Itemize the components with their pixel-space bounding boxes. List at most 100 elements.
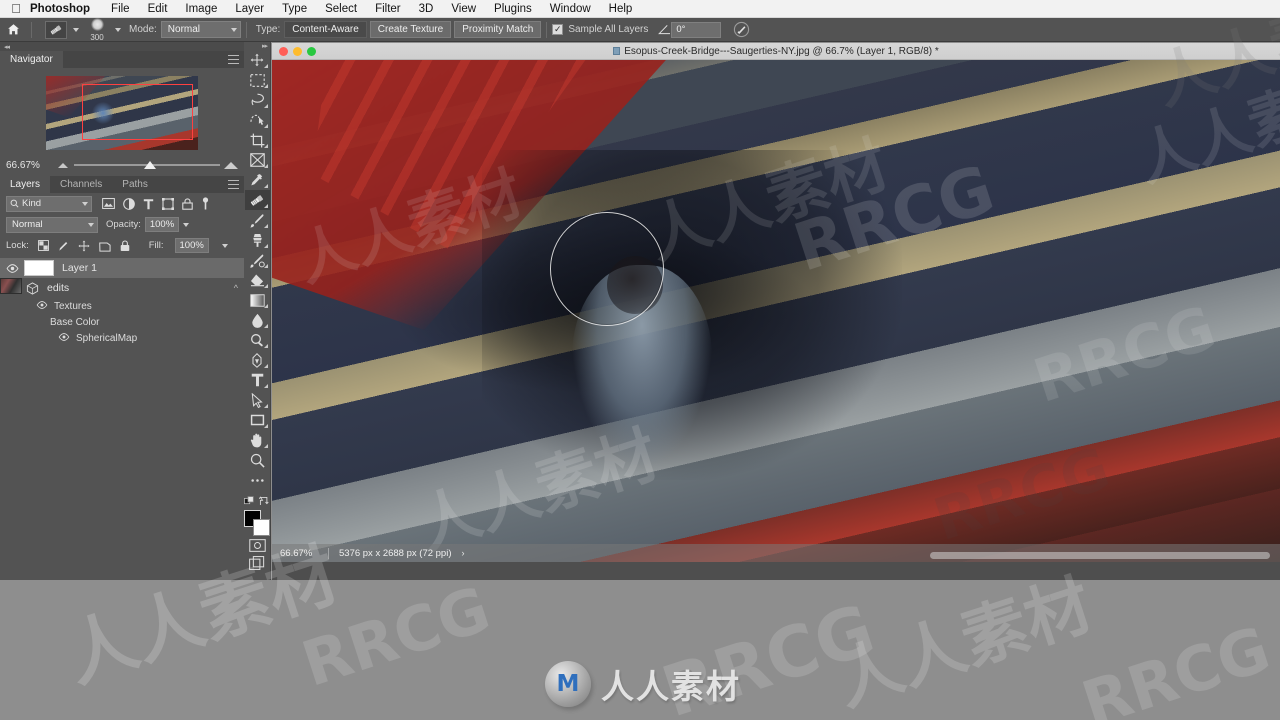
clone-stamp-tool[interactable] <box>245 230 270 250</box>
spot-healing-brush-tool[interactable] <box>244 190 270 210</box>
move-tool[interactable] <box>245 50 270 70</box>
blend-mode-select[interactable]: Normal <box>6 216 98 233</box>
tool-preset-picker[interactable] <box>37 20 83 39</box>
background-color-swatch[interactable] <box>253 519 270 536</box>
opacity-field[interactable]: 100% <box>144 217 180 232</box>
menu-item-layer[interactable]: Layer <box>226 0 273 18</box>
layer-visibility-icon[interactable] <box>36 300 48 312</box>
lock-image-pixels-icon[interactable] <box>58 240 69 252</box>
status-expand-icon[interactable]: › <box>462 548 465 558</box>
layer-row[interactable]: edits ^ <box>0 278 244 298</box>
layer-row[interactable]: Layer 1 <box>0 258 244 278</box>
collapse-panels-icon[interactable]: ◂◂ <box>0 42 244 51</box>
pen-tool[interactable] <box>245 350 270 370</box>
type-content-aware-button[interactable]: Content-Aware <box>284 21 367 38</box>
menu-item-type[interactable]: Type <box>273 0 316 18</box>
layer-thumbnail[interactable] <box>0 278 22 294</box>
status-zoom-value[interactable]: 66.67% <box>272 548 328 559</box>
lasso-tool[interactable] <box>245 90 270 110</box>
menu-item-3d[interactable]: 3D <box>410 0 443 18</box>
color-swatches[interactable] <box>244 510 270 536</box>
crop-tool[interactable] <box>245 130 270 150</box>
navigator-zoom-value[interactable]: 66.67% <box>6 160 50 171</box>
navigator-panel-menu-icon[interactable] <box>228 55 239 64</box>
smart-object-filter-icon[interactable] <box>182 197 193 210</box>
quick-mask-icon[interactable] <box>245 536 270 554</box>
layer-row[interactable]: Base Color <box>0 314 244 330</box>
sample-all-layers-checkbox[interactable]: ✓ Sample All Layers <box>552 24 648 35</box>
lock-transparent-pixels-icon[interactable] <box>37 240 49 251</box>
dodge-tool[interactable] <box>245 330 270 350</box>
rectangle-tool[interactable] <box>245 410 270 430</box>
layer-row[interactable]: Textures <box>0 298 244 314</box>
filter-kind-select[interactable]: Kind <box>6 195 92 212</box>
navigator-preview[interactable] <box>0 68 244 157</box>
brush-preset-chevron-icon[interactable] <box>115 27 121 32</box>
angle-field[interactable]: 0° <box>671 21 722 38</box>
chevron-down-icon[interactable] <box>73 27 79 32</box>
menu-item-image[interactable]: Image <box>176 0 226 18</box>
filter-toggle-icon[interactable] <box>201 197 210 210</box>
pixel-layer-filter-icon[interactable] <box>102 198 115 209</box>
type-layer-filter-icon[interactable] <box>143 198 154 210</box>
layer-visibility-icon[interactable] <box>58 332 70 344</box>
layer-thumbnail[interactable] <box>24 260 54 276</box>
menu-item-help[interactable]: Help <box>600 0 642 18</box>
menu-item-photoshop[interactable]: Photoshop <box>26 0 102 18</box>
tab-navigator[interactable]: Navigator <box>0 51 63 68</box>
lock-all-icon[interactable] <box>120 239 130 252</box>
menu-item-select[interactable]: Select <box>316 0 366 18</box>
document-title-bar[interactable]: Esopus-Creek-Bridge---Saugerties-NY.jpg … <box>272 43 1280 60</box>
zoom-in-icon[interactable] <box>224 161 238 169</box>
screen-mode-icon[interactable] <box>245 554 270 572</box>
tab-paths[interactable]: Paths <box>112 176 158 193</box>
canvas[interactable]: 人人素材 人人素材 RRCG RRCG 人人素材 RRCG 人人素材 66.67… <box>272 60 1280 562</box>
home-icon[interactable] <box>0 18 26 42</box>
type-create-texture-button[interactable]: Create Texture <box>369 21 452 38</box>
slider-handle[interactable] <box>144 161 157 169</box>
shape-layer-filter-icon[interactable] <box>162 197 174 210</box>
opacity-chevron-icon[interactable] <box>183 222 190 227</box>
layers-panel-menu-icon[interactable] <box>228 180 239 189</box>
menu-item-window[interactable]: Window <box>541 0 600 18</box>
eyedropper-tool[interactable] <box>245 170 270 190</box>
lock-artboard-icon[interactable] <box>98 240 111 252</box>
eraser-tool[interactable] <box>245 270 270 290</box>
default-colors-icon[interactable] <box>244 496 255 507</box>
edit-toolbar-icon[interactable] <box>245 470 270 490</box>
object-selection-tool[interactable] <box>245 110 270 130</box>
frame-tool[interactable] <box>245 150 270 170</box>
brush-tool[interactable] <box>245 210 270 230</box>
lock-position-icon[interactable] <box>78 239 90 252</box>
layer-row[interactable]: SphericalMap <box>0 330 244 346</box>
apple-menu-icon[interactable]:  <box>6 2 26 15</box>
expand-toolbar-icon[interactable]: ▸▸ <box>244 42 270 50</box>
brush-size-picker[interactable]: 300 <box>83 17 111 42</box>
menu-item-plugins[interactable]: Plugins <box>485 0 541 18</box>
rectangular-marquee-tool[interactable] <box>245 70 270 90</box>
menu-item-edit[interactable]: Edit <box>139 0 177 18</box>
path-selection-tool[interactable] <box>245 390 270 410</box>
menu-item-filter[interactable]: Filter <box>366 0 410 18</box>
menu-item-view[interactable]: View <box>442 0 485 18</box>
navigator-zoom-slider[interactable] <box>58 160 238 170</box>
swap-colors-icon[interactable] <box>259 496 270 507</box>
type-proximity-match-button[interactable]: Proximity Match <box>454 21 542 38</box>
fill-field[interactable]: 100% <box>174 238 209 253</box>
navigator-view-box[interactable] <box>82 83 193 140</box>
horizontal-scrollbar[interactable] <box>930 552 1270 559</box>
chevron-up-icon[interactable]: ^ <box>234 283 238 293</box>
fill-chevron-icon[interactable] <box>221 243 228 248</box>
tab-layers[interactable]: Layers <box>0 176 51 193</box>
gradient-tool[interactable] <box>245 290 270 310</box>
mode-select[interactable]: Normal <box>160 21 241 38</box>
blur-tool[interactable] <box>245 310 270 330</box>
brush-pressure-icon[interactable] <box>729 20 753 40</box>
adjustment-layer-filter-icon[interactable] <box>123 197 135 210</box>
zoom-tool[interactable] <box>245 450 270 470</box>
layer-visibility-icon[interactable] <box>0 263 24 273</box>
zoom-out-icon[interactable] <box>58 162 68 168</box>
tab-channels[interactable]: Channels <box>50 176 113 193</box>
hand-tool[interactable] <box>245 430 270 450</box>
menu-item-file[interactable]: File <box>102 0 139 18</box>
